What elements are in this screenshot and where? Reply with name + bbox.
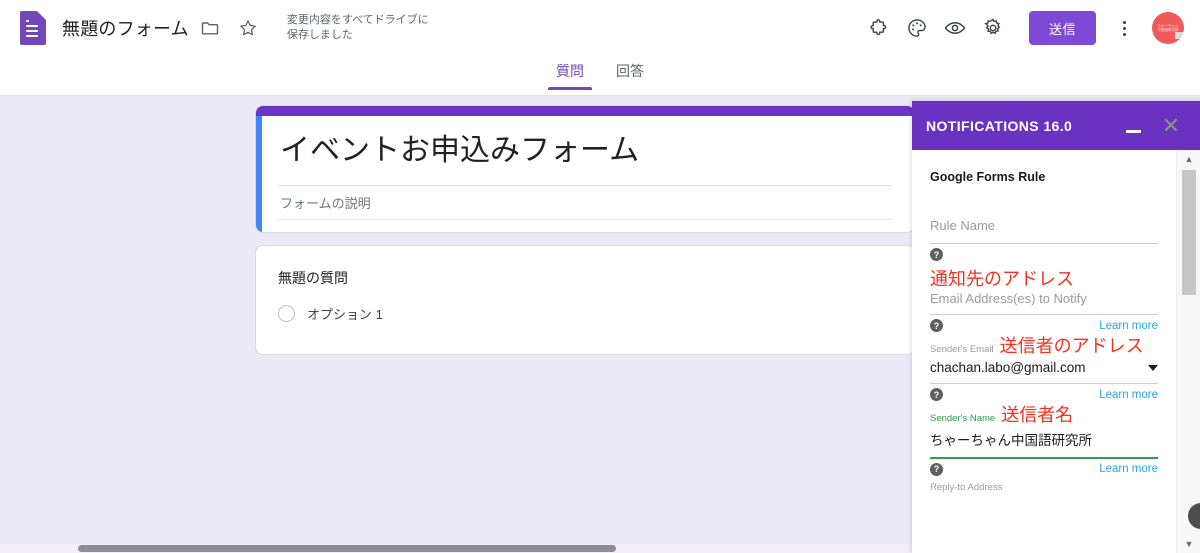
field-rule-name[interactable]: Rule Name ? xyxy=(930,184,1158,263)
panel-scrollbar-thumb[interactable] xyxy=(1182,170,1196,295)
avatar[interactable]: ちゃーちゃん 中国語研究所 xyxy=(1152,12,1184,44)
scroll-down-arrow-icon[interactable]: ▼ xyxy=(1177,535,1200,553)
scroll-up-arrow-icon[interactable]: ▲ xyxy=(1177,150,1200,168)
notifications-panel: NOTIFICATIONS 16.0 ✕ Google Forms Rule R… xyxy=(912,101,1200,553)
senders-name-annotation: 送信者名 xyxy=(1001,405,1074,426)
help-icon[interactable]: ? xyxy=(930,462,943,476)
document-title[interactable]: 無題のフォーム xyxy=(62,15,189,41)
learn-more-link[interactable]: Learn more xyxy=(1099,463,1158,475)
rule-name-placeholder[interactable]: Rule Name xyxy=(930,218,1158,233)
senders-name-value[interactable]: ちゃーちゃん中国語研究所 xyxy=(930,429,1158,449)
save-status-line-1: 変更内容をすべてドライブに xyxy=(286,14,429,26)
tab-responses[interactable]: 回答 xyxy=(606,56,654,91)
help-icon[interactable]: ? xyxy=(930,388,943,401)
palette-theme-icon[interactable] xyxy=(903,14,931,42)
chevron-down-icon[interactable] xyxy=(1148,364,1158,371)
folder-icon[interactable] xyxy=(193,11,227,45)
senders-email-value: chachan.labo@gmail.com xyxy=(930,360,1086,375)
form-card-focus-edge xyxy=(256,116,262,232)
form-description-input[interactable]: フォームの説明 xyxy=(280,193,890,212)
rule-name-help-row: ? xyxy=(930,244,1158,261)
form-title-card[interactable]: イベントお申込みフォーム フォームの説明 xyxy=(255,105,915,233)
topbar-actions: 送信 ちゃーちゃん 中国語研究所 xyxy=(855,11,1188,45)
google-forms-logo-icon[interactable] xyxy=(20,11,46,45)
app-root: 無題のフォーム 変更内容をすべてドライブに 保存しました 送信 ちゃーちゃん 中… xyxy=(0,0,1200,553)
notify-address-annotation: 通知先のアドレス xyxy=(930,269,1074,290)
forms-logo-lines xyxy=(26,20,38,40)
eye-preview-icon[interactable] xyxy=(941,14,969,42)
form-description-underline xyxy=(278,219,892,220)
senders-email-help-row: ? Learn more xyxy=(930,384,1158,401)
close-icon[interactable]: ✕ xyxy=(1158,113,1184,139)
tab-bar: 質問 回答 xyxy=(0,56,1200,96)
horizontal-scrollbar-thumb[interactable] xyxy=(78,545,616,552)
option-label: オプション 1 xyxy=(307,307,383,322)
gear-settings-icon[interactable] xyxy=(979,14,1007,42)
senders-name-label-row: Sender's Name 送信者名 xyxy=(930,405,1158,427)
learn-more-link[interactable]: Learn more xyxy=(1099,320,1158,332)
help-icon[interactable]: ? xyxy=(930,248,943,261)
field-email-addresses-to-notify[interactable]: 通知先のアドレス Email Address(es) to Notify ? L… xyxy=(930,263,1158,334)
notifications-panel-body: Google Forms Rule Rule Name ? 通知先のアドレス E… xyxy=(912,150,1176,553)
question-option-1[interactable]: オプション 1 xyxy=(278,304,383,323)
field-senders-name[interactable]: Sender's Name 送信者名 ちゃーちゃん中国語研究所 ? Learn … xyxy=(930,403,1158,478)
senders-email-select[interactable]: chachan.labo@gmail.com xyxy=(930,360,1158,375)
notifications-panel-header: NOTIFICATIONS 16.0 ✕ xyxy=(912,101,1200,150)
save-status-line-2: 保存しました xyxy=(286,29,353,41)
senders-name-help-row: ? Learn more xyxy=(930,459,1158,476)
senders-email-annotation: 送信者のアドレス xyxy=(999,336,1144,357)
minimize-icon[interactable] xyxy=(1120,113,1146,139)
field-senders-email[interactable]: Sender's Email 送信者のアドレス chachan.labo@gma… xyxy=(930,334,1158,403)
learn-more-link[interactable]: Learn more xyxy=(1099,389,1158,401)
form-title-underline xyxy=(278,185,892,186)
notify-address-placeholder[interactable]: Email Address(es) to Notify xyxy=(930,291,1158,306)
top-app-bar: 無題のフォーム 変更内容をすべてドライブに 保存しました 送信 ちゃーちゃん 中… xyxy=(0,0,1200,56)
senders-email-label: Sender's Email xyxy=(930,344,994,355)
tab-questions[interactable]: 質問 xyxy=(546,56,594,91)
question-card[interactable]: 無題の質問 オプション 1 xyxy=(255,245,915,355)
form-card-accent-bar xyxy=(256,106,914,116)
radio-icon[interactable] xyxy=(278,305,295,322)
rule-section-title: Google Forms Rule xyxy=(930,170,1046,184)
reply-to-address-label: Reply-to Address xyxy=(930,481,1003,493)
form-title-input[interactable]: イベントお申込みフォーム xyxy=(280,132,890,170)
notify-address-help-row: ? Learn more xyxy=(930,315,1158,332)
save-status: 変更内容をすべてドライブに 保存しました xyxy=(287,13,429,43)
puzzle-addons-icon[interactable] xyxy=(865,14,893,42)
help-icon[interactable]: ? xyxy=(930,319,943,332)
star-icon[interactable] xyxy=(231,11,265,45)
senders-name-label: Sender's Name xyxy=(930,413,996,424)
panel-vertical-scrollbar[interactable]: ▲ ▼ xyxy=(1176,150,1200,553)
avatar-line-2: 中国語研究所 xyxy=(1157,28,1179,32)
senders-email-label-row: Sender's Email 送信者のアドレス xyxy=(930,336,1158,358)
field-reply-to-address[interactable]: Reply-to Address xyxy=(930,478,1158,493)
notifications-panel-title: NOTIFICATIONS 16.0 xyxy=(926,117,1073,134)
question-title[interactable]: 無題の質問 xyxy=(278,268,348,288)
send-button[interactable]: 送信 xyxy=(1028,11,1096,45)
kebab-more-icon[interactable] xyxy=(1110,11,1138,45)
